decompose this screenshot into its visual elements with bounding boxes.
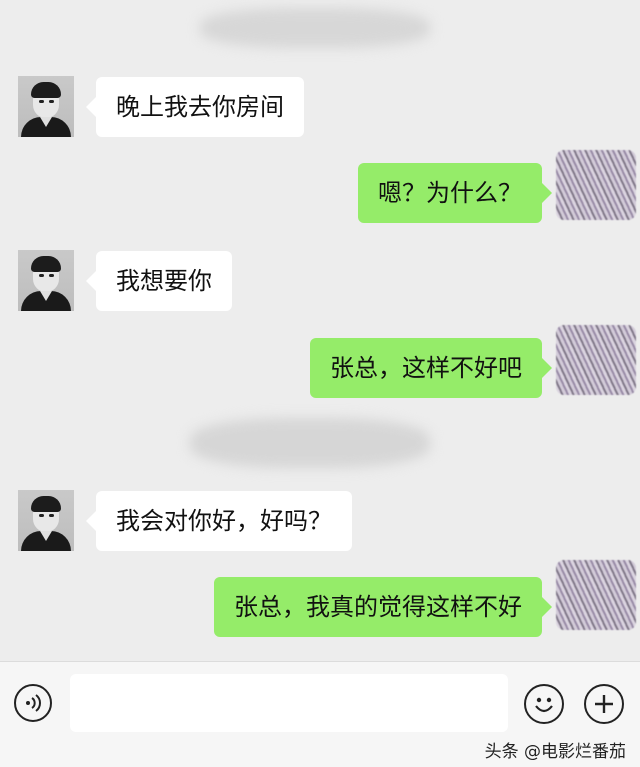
chat-area: 晚上我去你房间 嗯？为什么？ 我想要你 张总，这样不好吧 我会对你好，好吗？ 张… bbox=[0, 0, 640, 660]
voice-icon[interactable] bbox=[14, 684, 52, 722]
contact-avatar[interactable] bbox=[18, 250, 74, 311]
self-avatar-redacted[interactable] bbox=[556, 325, 636, 395]
message-bubble-outgoing[interactable]: 张总，我真的觉得这样不好 bbox=[214, 577, 552, 637]
message-bubble-outgoing[interactable]: 嗯？为什么？ bbox=[358, 163, 552, 223]
message-bubble-incoming[interactable]: 我会对你好，好吗？ bbox=[86, 491, 352, 551]
message-input[interactable] bbox=[70, 674, 508, 732]
plus-icon[interactable] bbox=[584, 684, 624, 724]
redaction-smudge bbox=[190, 418, 430, 468]
message-bubble-outgoing[interactable]: 张总，这样不好吧 bbox=[310, 338, 552, 398]
self-avatar-redacted[interactable] bbox=[556, 150, 636, 220]
contact-avatar[interactable] bbox=[18, 76, 74, 137]
emoji-icon[interactable] bbox=[524, 684, 564, 724]
message-bubble-incoming[interactable]: 晚上我去你房间 bbox=[86, 77, 304, 137]
message-bubble-incoming[interactable]: 我想要你 bbox=[86, 251, 232, 311]
watermark-text: 头条 @电影烂番茄 bbox=[484, 742, 626, 762]
watermark: 头条 @电影烂番茄 bbox=[485, 737, 626, 762]
contact-avatar[interactable] bbox=[18, 490, 74, 551]
self-avatar-redacted[interactable] bbox=[556, 560, 636, 630]
input-bar: 头条 @电影烂番茄 bbox=[0, 661, 640, 767]
redaction-smudge bbox=[200, 8, 430, 48]
